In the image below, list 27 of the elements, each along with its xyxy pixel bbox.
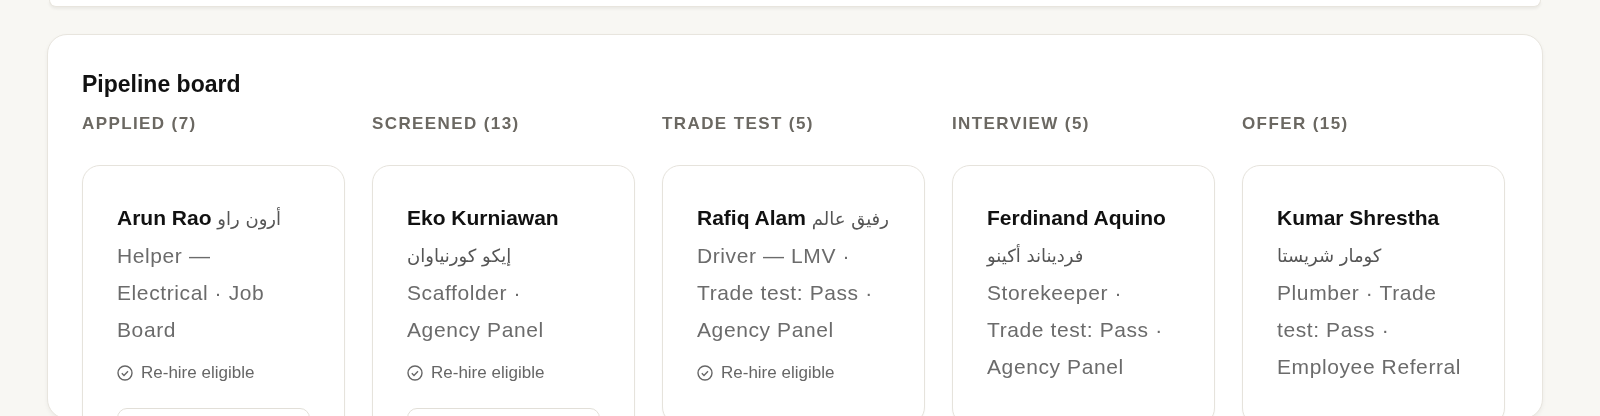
check-circle-icon: [697, 365, 713, 381]
arabic-name: كومار شريستا: [1277, 245, 1382, 266]
status-label: Re-hire eligible: [141, 362, 255, 384]
column-heading: APPLIED (7): [82, 113, 198, 135]
candidate-name: Rafiq Alam: [697, 206, 806, 229]
status-label: Re-hire eligible: [431, 362, 545, 384]
column-heading: OFFER (15): [1242, 113, 1350, 135]
candidate-details: Scaffolder · Agency Panel: [407, 280, 545, 343]
candidate-details: Helper — Electrical · Job Board: [117, 243, 266, 343]
candidate-name: Ferdinand Aquino: [987, 206, 1166, 229]
candidate-name: Kumar Shrestha: [1277, 206, 1440, 229]
arabic-name: أرون راو: [217, 208, 282, 229]
candidate-details: Driver — LMV · Trade test: Pass · Agency Panel: [697, 243, 874, 343]
candidate-name: Eko Kurniawan: [407, 206, 559, 229]
candidate-details: Plumber · Trade test: Pass · Employee Referral: [1277, 280, 1463, 380]
arabic-name: رفيق عالم: [811, 208, 889, 229]
arabic-name: فرديناند أكينو: [987, 245, 1084, 266]
check-circle-icon: [407, 365, 423, 381]
board-title: Pipeline board: [82, 70, 242, 99]
check-circle-icon: [117, 365, 133, 381]
status-label: Re-hire eligible: [721, 362, 835, 384]
candidate-details: Storekeeper · Trade test: Pass · Agency Panel: [987, 280, 1164, 380]
candidate-name: Arun Rao: [117, 206, 212, 229]
arabic-name: إيكو كورنياوان: [407, 245, 512, 266]
column-heading: INTERVIEW (5): [952, 113, 1091, 135]
column-heading: TRADE TEST (5): [662, 113, 815, 135]
column-heading: SCREENED (13): [372, 113, 521, 135]
